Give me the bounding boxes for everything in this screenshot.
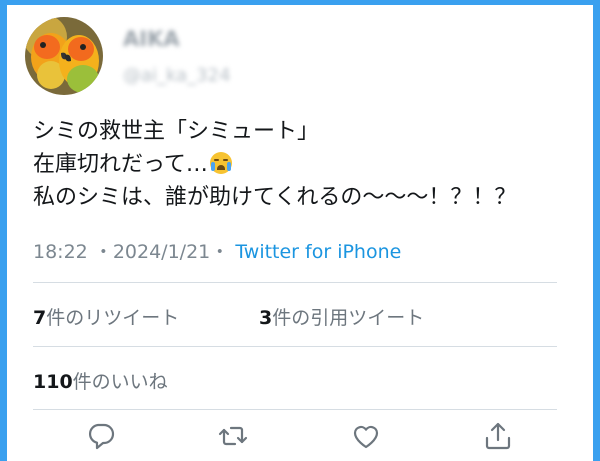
retweets-stat[interactable]: 7件のリツイート [33,303,179,330]
reply-icon [88,423,115,450]
tweet-card: AIKA @ai_ka_324 シミの救世主「シミュート」 在庫切れだって… 私… [7,5,593,461]
retweet-button[interactable] [217,420,249,452]
loudly-crying-face-icon [209,152,232,174]
share-button[interactable] [482,420,514,452]
likes-stat[interactable]: 110件のいいね [33,367,168,394]
share-icon [485,422,511,450]
tweet-date: 2024/1/21 [112,241,211,263]
avatar[interactable] [25,17,103,95]
tweet-line-3: 私のシミは、誰が助けてくれるの〜〜〜！？！？ [33,185,517,210]
quotes-count: 3 [259,307,273,329]
divider [33,409,557,410]
like-icon [353,425,379,449]
tweet-meta: 18:22 ・2024/1/21・ Twitter for iPhone [33,237,401,264]
like-button[interactable] [350,420,382,452]
tweet-line-1: シミの救世主「シミュート」 [33,119,320,144]
quotes-label: 件の引用ツイート [272,307,425,329]
reply-button[interactable] [85,420,117,452]
likes-label: 件のいいね [72,371,168,393]
retweets-label: 件のリツイート [46,307,180,329]
meta-separator: ・ [93,241,113,263]
avatar-image [25,17,103,95]
user-handle[interactable]: @ai_ka_324 [123,65,231,86]
meta-separator-2: ・ [210,241,230,263]
quotes-stat[interactable]: 3件の引用ツイート [259,303,424,330]
tweet-source-link[interactable]: Twitter for iPhone [235,241,401,263]
tweet-time: 18:22 [33,241,88,263]
divider [33,346,557,347]
tweet-text: シミの救世主「シミュート」 在庫切れだって… 私のシミは、誰が助けてくれるの〜〜… [33,115,588,214]
tweet-line-2-text: 在庫切れだって… [33,152,208,177]
user-name[interactable]: AIKA [123,27,180,51]
tweet-line-2: 在庫切れだって… [33,148,588,181]
retweet-icon [218,426,248,446]
likes-count: 110 [33,371,73,393]
divider [33,282,557,283]
retweets-count: 7 [33,307,47,329]
